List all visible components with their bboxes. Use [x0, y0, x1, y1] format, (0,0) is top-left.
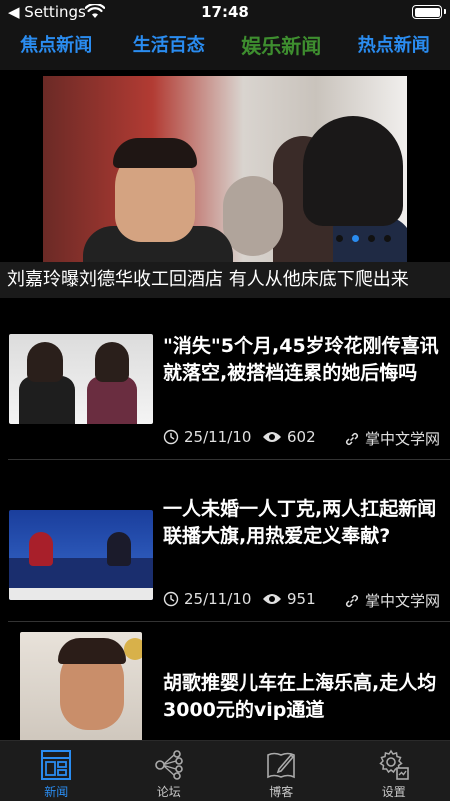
tabbar-item-forum[interactable]: 论坛 — [113, 741, 226, 801]
banner-caption[interactable]: 刘嘉玲曝刘德华收工回酒店 有人从他床底下爬出来 — [0, 262, 450, 298]
news-meta: 25/11/10 951 掌中文学网 — [163, 590, 445, 610]
tabbar-item-blog[interactable]: 博客 — [225, 741, 338, 801]
news-meta: 25/11/10 602 掌中文学网 — [163, 428, 445, 448]
news-list-item[interactable]: 一人未婚一人丁克,两人扛起新闻联播大旗,用热爱定义奉献? 25/11/10 95… — [0, 460, 450, 622]
blog-icon — [265, 749, 297, 781]
bottom-tab-bar: 新闻 论坛 博客 设置 — [0, 740, 450, 801]
forum-icon — [153, 749, 185, 781]
news-list-item[interactable]: 胡歌推婴儿车在上海乐高,走人均3000元的vip通道 — [0, 622, 450, 740]
tabbar-label: 博客 — [225, 783, 338, 800]
carousel-dot[interactable] — [384, 235, 391, 242]
link-icon — [344, 593, 360, 609]
category-tabs: 焦点新闻 生活百态 娱乐新闻 热点新闻 — [0, 24, 450, 70]
tabbar-label: 新闻 — [0, 783, 113, 800]
news-source: 掌中文学网 — [365, 590, 445, 611]
carousel-dot[interactable] — [368, 235, 375, 242]
news-icon — [40, 749, 72, 781]
banner-caption-text: 刘嘉玲曝刘德华收工回酒店 有人从他床底下爬出来 — [0, 262, 443, 298]
clock-icon — [163, 591, 179, 607]
tabbar-label: 设置 — [338, 783, 450, 800]
carousel-page-indicator — [336, 235, 391, 242]
tab-life[interactable]: 生活百态 — [113, 24, 226, 70]
news-title: "消失"5个月,45岁玲花刚传喜讯就落空,被搭档连累的她后悔吗 — [163, 333, 443, 387]
eye-icon — [262, 430, 282, 444]
status-time: 17:48 — [0, 3, 450, 21]
settings-icon — [378, 749, 410, 781]
tabbar-label: 论坛 — [113, 783, 226, 800]
tab-entertainment-news[interactable]: 娱乐新闻 — [225, 24, 338, 70]
battery-icon — [412, 5, 442, 19]
carousel-dot[interactable] — [336, 235, 343, 242]
tabbar-item-news[interactable]: 新闻 — [0, 741, 113, 801]
eye-icon — [262, 592, 282, 606]
carousel-dot-active[interactable] — [352, 235, 359, 242]
tabbar-item-settings[interactable]: 设置 — [338, 741, 450, 801]
news-source: 掌中文学网 — [365, 428, 445, 449]
status-bar: ◀ Settings 17:48 — [0, 0, 450, 24]
tab-focus-news[interactable]: 焦点新闻 — [0, 24, 113, 70]
news-thumbnail — [9, 334, 153, 424]
news-thumbnail — [9, 510, 153, 600]
news-title: 胡歌推婴儿车在上海乐高,走人均3000元的vip通道 — [163, 670, 443, 724]
clock-icon — [163, 429, 179, 445]
news-views: 951 — [287, 590, 316, 608]
news-title: 一人未婚一人丁克,两人扛起新闻联播大旗,用热爱定义奉献? — [163, 496, 443, 550]
tab-hot-news[interactable]: 热点新闻 — [338, 24, 450, 70]
news-list-item[interactable]: "消失"5个月,45岁玲花刚传喜讯就落空,被搭档连累的她后悔吗 25/11/10… — [0, 298, 450, 460]
news-thumbnail — [20, 632, 142, 742]
link-icon — [344, 431, 360, 447]
news-views: 602 — [287, 428, 316, 446]
news-date: 25/11/10 — [184, 590, 251, 608]
news-date: 25/11/10 — [184, 428, 251, 446]
